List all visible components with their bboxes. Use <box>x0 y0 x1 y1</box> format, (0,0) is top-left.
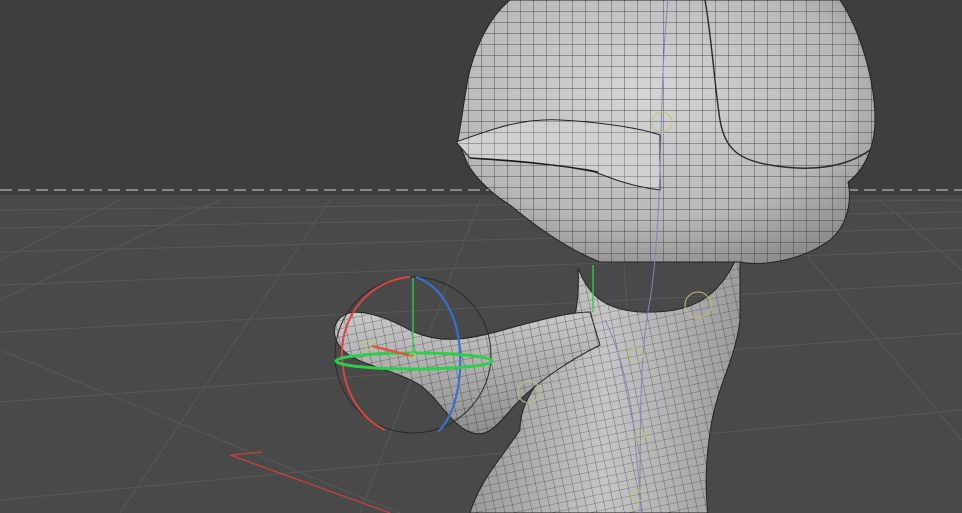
viewport-canvas[interactable] <box>0 0 962 513</box>
3d-viewport[interactable] <box>0 0 962 513</box>
